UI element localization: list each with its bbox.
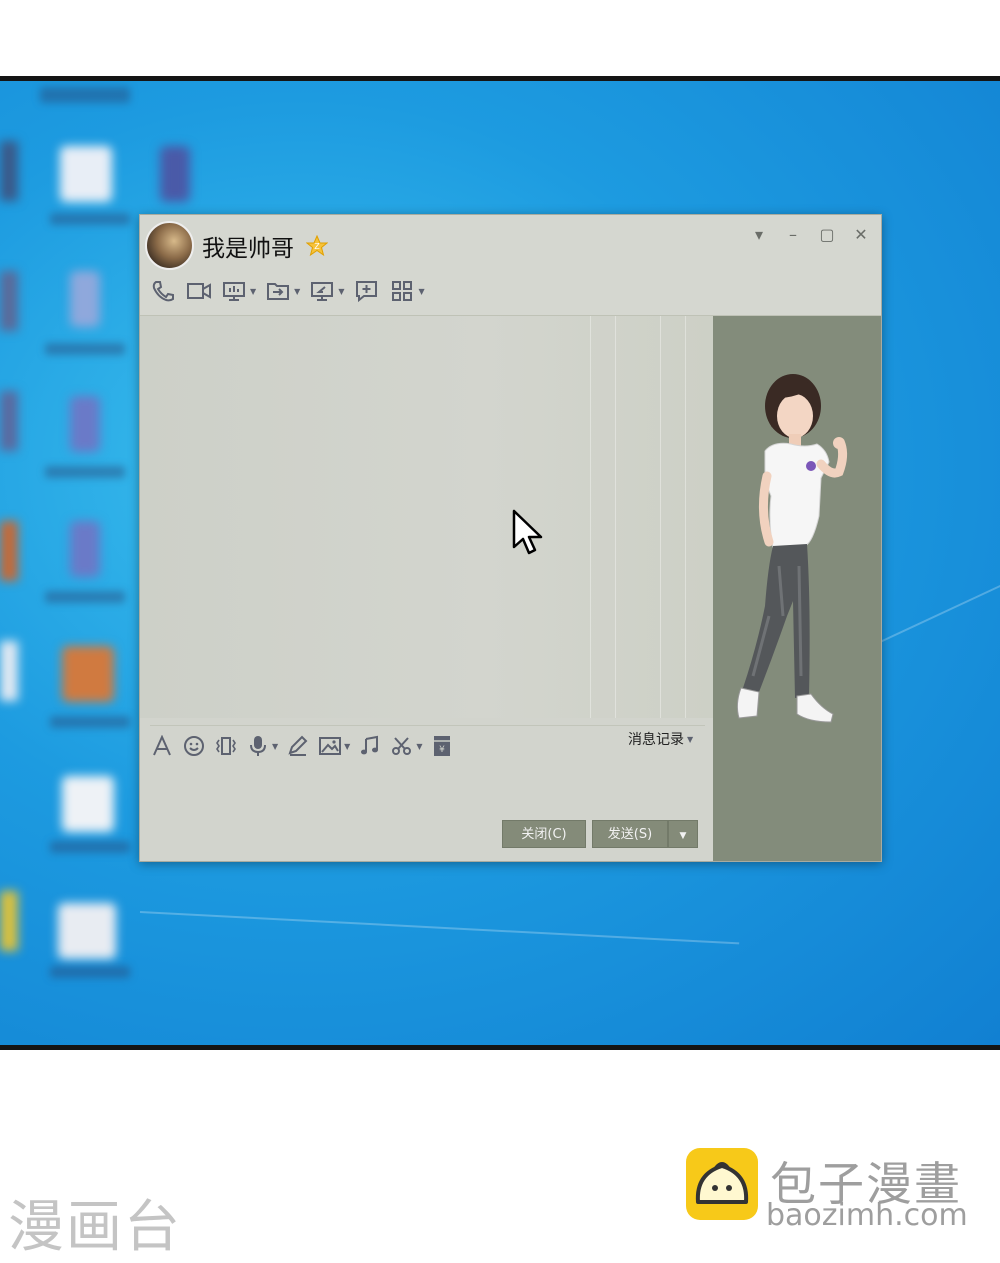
caret-down-icon[interactable]: ▼: [338, 287, 344, 296]
voice-icon: [250, 736, 266, 756]
chat-window: 我是帅哥 Z ▾ – ▢ ✕ ▼ ▼ ▼ ▼ ▼ ▼ ▼ ¥ 消息记录 ▼ 关闭…: [139, 214, 882, 862]
chat-titlebar: 我是帅哥 Z ▾ – ▢ ✕ ▼ ▼ ▼ ▼: [140, 215, 881, 316]
desktop-icon-label-blur: [45, 466, 125, 478]
desktop-icon-label-blur: [50, 841, 130, 853]
message-history-label: 消息记录: [628, 732, 684, 748]
doodle-icon: [288, 735, 308, 756]
baozi-watermark-url: baozimh.com: [766, 1198, 968, 1233]
apps-icon: [392, 281, 413, 301]
message-display-area[interactable]: [140, 316, 713, 718]
video-button[interactable]: [186, 277, 212, 305]
caret-down-icon[interactable]: ▼: [416, 742, 422, 751]
wallpaper-streak: [879, 581, 1000, 643]
close-icon[interactable]: ✕: [851, 225, 871, 245]
vip-star-icon: Z: [306, 235, 328, 257]
chat-top-toolbar: ▼ ▼ ▼ ▼: [150, 277, 425, 305]
panel-border-bottom: [0, 1045, 1000, 1050]
screenshot-button[interactable]: ▼: [390, 732, 422, 760]
remote-desktop-icon: [311, 282, 334, 301]
caret-down-icon[interactable]: ▼: [418, 287, 424, 296]
apps-button[interactable]: ▼: [390, 277, 425, 305]
desktop-icon-blur[interactable]: [0, 641, 18, 701]
desktop-icon-blur[interactable]: [58, 903, 116, 959]
girl-avatar-show-image: [736, 374, 848, 723]
caret-down-icon[interactable]: ▼: [294, 287, 300, 296]
screen-share-button[interactable]: ▼: [222, 277, 256, 305]
desktop-icon-blur[interactable]: [62, 646, 114, 702]
desktop-icon-label-blur: [45, 591, 125, 603]
red-packet-button[interactable]: ¥: [430, 732, 454, 760]
desktop-icon-blur[interactable]: [0, 891, 18, 951]
contact-name[interactable]: 我是帅哥: [202, 229, 294, 263]
font-button[interactable]: [150, 732, 174, 760]
shake-button[interactable]: [214, 732, 238, 760]
message-history-link[interactable]: 消息记录 ▼: [628, 729, 693, 749]
video-icon: [187, 283, 211, 299]
new-discussion-icon: [356, 281, 378, 303]
desktop-icon-blur[interactable]: [0, 141, 18, 201]
music-button[interactable]: [358, 732, 382, 760]
caret-down-icon[interactable]: ▼: [250, 287, 256, 296]
desktop-icon-label-blur: [50, 213, 130, 225]
dropdown-arrow-icon[interactable]: ▾: [749, 225, 769, 245]
font-icon: [153, 735, 171, 756]
new-discussion-button[interactable]: [354, 277, 380, 305]
shake-icon: [216, 737, 236, 755]
file-transfer-icon: [267, 283, 290, 300]
desktop-icon-blur[interactable]: [70, 396, 100, 452]
svg-text:Z: Z: [314, 242, 320, 251]
caret-down-icon[interactable]: ▼: [344, 742, 350, 751]
svg-text:¥: ¥: [440, 745, 446, 755]
file-transfer-button[interactable]: ▼: [266, 277, 300, 305]
voice-button[interactable]: ▼: [246, 732, 278, 760]
desktop-icon-blur[interactable]: [0, 271, 18, 331]
caret-down-icon[interactable]: ▼: [272, 742, 278, 751]
desktop-icon-blur[interactable]: [62, 776, 114, 832]
desktop-icon-blur[interactable]: [160, 146, 190, 202]
image-button[interactable]: ▼: [318, 732, 350, 760]
input-toolbar: ▼ ▼ ▼ ¥: [150, 725, 705, 762]
music-icon: [361, 735, 379, 755]
caret-down-icon: ▼: [687, 734, 694, 744]
desktop-icon-blur[interactable]: [60, 146, 112, 202]
baozi-logo-icon: [686, 1148, 758, 1220]
desktop-icon-blur[interactable]: [70, 271, 100, 327]
doodle-button[interactable]: [286, 732, 310, 760]
send-options-button[interactable]: ▼: [668, 820, 698, 848]
close-button[interactable]: 关闭(C): [502, 820, 586, 848]
send-button[interactable]: 发送(S): [592, 820, 668, 848]
avatar-show-panel: [713, 316, 881, 861]
mouse-cursor-icon: [512, 509, 543, 555]
desktop-icon-label-blur: [50, 966, 130, 978]
screenshot-icon: [392, 737, 412, 755]
avatar[interactable]: [145, 221, 194, 270]
desktop-icon-label-blur: [50, 716, 130, 728]
remote-desktop-button[interactable]: ▼: [310, 277, 344, 305]
desktop-icon-label-blur: [40, 87, 130, 103]
image-icon: [319, 737, 342, 755]
minimize-icon[interactable]: –: [783, 225, 803, 245]
manhuatai-watermark: 漫画台: [8, 1195, 182, 1260]
caret-down-icon: ▼: [679, 831, 687, 841]
red-packet-icon: ¥: [434, 736, 451, 756]
desktop-icon-label-blur: [45, 343, 125, 355]
maximize-icon[interactable]: ▢: [817, 225, 837, 245]
wallpaper-streak: [139, 911, 740, 945]
emoji-button[interactable]: [182, 732, 206, 760]
desktop-icon-blur[interactable]: [0, 521, 18, 581]
phone-icon: [152, 281, 174, 302]
desktop-icon-blur[interactable]: [70, 521, 100, 577]
phone-button[interactable]: [150, 277, 176, 305]
emoji-icon: [184, 736, 204, 756]
desktop-icon-blur[interactable]: [0, 391, 18, 451]
screen-share-icon: [223, 282, 245, 301]
